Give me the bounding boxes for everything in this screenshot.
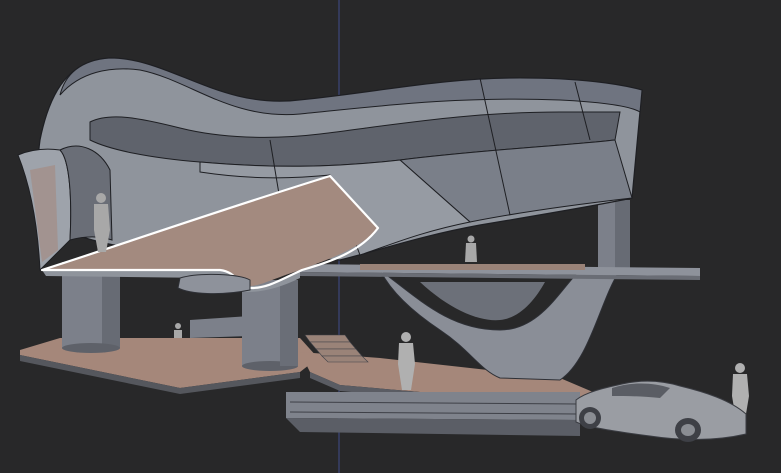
mid-terrace[interactable] (300, 264, 700, 280)
3d-scene[interactable] (0, 0, 781, 473)
central-column[interactable] (242, 280, 298, 371)
3d-viewport[interactable] (0, 0, 781, 473)
sports-car[interactable] (575, 380, 747, 442)
figure-ground-left[interactable] (174, 323, 182, 338)
right-column[interactable] (598, 200, 630, 270)
figure-center-upper[interactable] (465, 235, 477, 263)
interior-floor-plate (177, 273, 251, 338)
lower-terrace[interactable] (286, 392, 580, 436)
